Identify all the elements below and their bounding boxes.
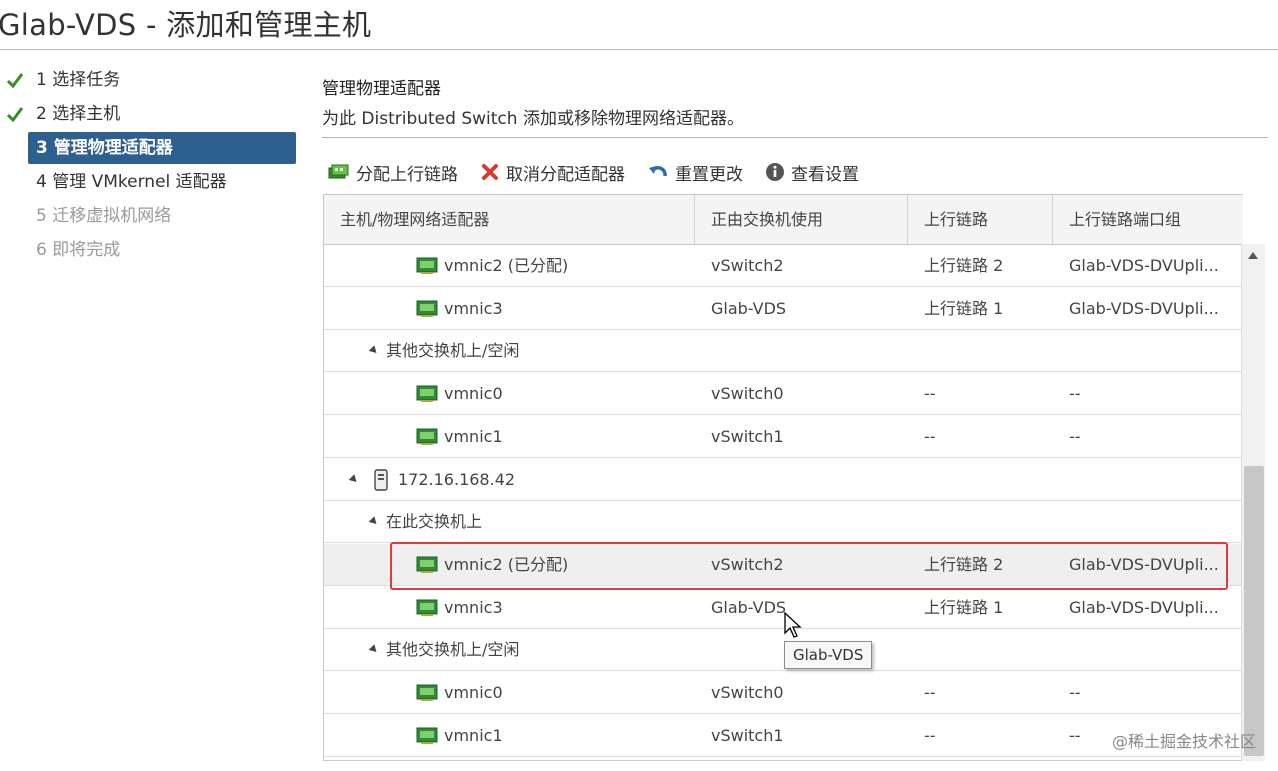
table-row[interactable]: vmnic1 vSwitch1 -- --	[324, 415, 1242, 458]
scroll-up-arrow-icon[interactable]	[1248, 252, 1258, 259]
table-row[interactable]: vmnic3 Glab-VDS 上行链路 1 Glab-VDS-DVUpli...	[324, 586, 1242, 629]
column-header-host-adapter[interactable]: 主机/物理网络适配器	[324, 195, 695, 244]
uplink-portgroup-cell: --	[1069, 384, 1081, 404]
table-row[interactable]: vmnic3 Glab-VDS 上行链路 1 Glab-VDS-DVUpli...	[324, 287, 1242, 330]
adapter-name: vmnic0	[444, 384, 503, 404]
table-row[interactable]: vmnic1 vSwitch1 -- --	[324, 714, 1242, 757]
undo-icon	[649, 166, 667, 177]
in-use-by-cell: Glab-VDS	[711, 298, 787, 318]
column-header-uplink-portgroup[interactable]: 上行链路端口组	[1053, 195, 1243, 244]
step-select-host[interactable]: 2 选择主机	[6, 98, 296, 130]
uplink-cell: --	[924, 426, 936, 446]
step-label: 4 管理 VMkernel 适配器	[36, 172, 227, 192]
step-migrate-vm-networking: 5 迁移虚拟机网络	[28, 200, 296, 232]
checkmark-icon	[6, 73, 24, 89]
expand-triangle-icon[interactable]	[368, 644, 380, 656]
in-use-by-cell: vSwitch0	[711, 683, 784, 702]
adapter-name: vmnic3	[444, 597, 503, 617]
network-adapter-icon	[416, 599, 438, 616]
host-name: 172.16.168.42	[398, 469, 516, 489]
expand-triangle-icon[interactable]	[368, 516, 380, 527]
reset-changes-label: 重置更改	[675, 164, 743, 185]
adapter-name: vmnic0	[444, 683, 503, 702]
network-adapter-icon	[416, 385, 438, 403]
adapter-name: vmnic1	[444, 725, 503, 745]
network-adapter-icon	[416, 257, 438, 274]
unassign-adapter-label: 取消分配适配器	[506, 164, 625, 185]
step-label: 1 选择任务	[36, 70, 121, 90]
column-header-in-use-by[interactable]: 正由交换机使用	[695, 195, 908, 244]
uplink-portgroup-cell: Glab-VDS-DVUpli...	[1069, 597, 1219, 617]
in-use-by-cell: vSwitch2	[711, 256, 784, 275]
group-name: 其他交换机上/空闲	[386, 341, 520, 361]
mouse-cursor-icon	[784, 612, 802, 638]
uplink-cell: 上行链路 2	[924, 256, 1004, 275]
uplink-portgroup-cell: --	[1069, 683, 1081, 702]
assign-uplink-icon	[328, 164, 349, 179]
table-row[interactable]: vmnic2 (已分配) vSwitch2 上行链路 2 Glab-VDS-DVUpl…	[324, 245, 1242, 287]
group-name: 在此交换机上	[386, 512, 483, 532]
adapter-name: vmnic2 (已分配)	[444, 256, 569, 275]
vertical-scrollbar[interactable]	[1241, 244, 1265, 761]
grid-header: 主机/物理网络适配器 正由交换机使用 上行链路 上行链路端口组	[324, 195, 1243, 245]
info-icon	[766, 163, 784, 181]
expand-triangle-icon[interactable]	[348, 473, 360, 485]
section-title: 管理物理适配器	[322, 79, 441, 99]
step-label: 3 管理物理适配器	[36, 138, 173, 158]
reset-changes-button[interactable]: 重置更改	[647, 160, 743, 185]
adapter-name: vmnic1	[444, 426, 503, 446]
uplink-portgroup-cell: Glab-VDS-DVUpli...	[1069, 256, 1219, 275]
group-row[interactable]: 其他交换机上/空闲	[324, 330, 1242, 373]
network-adapter-icon	[416, 428, 438, 445]
assign-uplink-button[interactable]: 分配上行链路	[328, 160, 458, 185]
step-manage-vmkernel-adapters[interactable]: 4 管理 VMkernel 适配器	[28, 166, 296, 198]
server-icon	[374, 468, 388, 491]
expand-triangle-icon[interactable]	[368, 345, 380, 357]
step-ready-to-complete: 6 即将完成	[28, 234, 296, 266]
group-row[interactable]: 在此交换机上	[324, 501, 1242, 544]
toolbar: 分配上行链路 取消分配适配器 重置更改 查看设置	[328, 158, 881, 186]
in-use-by-cell: vSwitch1	[711, 426, 784, 446]
adapter-name: vmnic3	[444, 298, 503, 318]
watermark: @稀土掘金技术社区	[1111, 732, 1256, 751]
in-use-by-cell: vSwitch0	[711, 384, 784, 404]
column-header-uplink[interactable]: 上行链路	[908, 195, 1053, 244]
in-use-by-cell: vSwitch1	[711, 725, 784, 745]
step-select-task[interactable]: 1 选择任务	[6, 64, 296, 96]
divider	[322, 137, 1268, 138]
uplink-cell: --	[924, 683, 936, 702]
table-row[interactable]: vmnic0 vSwitch0 -- --	[324, 672, 1242, 714]
uplink-portgroup-cell: Glab-VDS-DVUpli...	[1069, 298, 1219, 318]
network-adapter-icon	[416, 727, 438, 744]
table-row[interactable]: vmnic0 vSwitch0 -- --	[324, 373, 1242, 416]
step-label: 2 选择主机	[36, 104, 121, 124]
section-description: 为此 Distributed Switch 添加或移除物理网络适配器。	[322, 109, 744, 129]
uplink-cell: 上行链路 1	[924, 298, 1004, 318]
in-use-by-cell: Glab-VDS	[711, 597, 787, 617]
step-label: 6 即将完成	[36, 240, 121, 260]
network-adapter-icon	[416, 300, 438, 317]
uplink-cell: --	[924, 725, 936, 745]
scroll-thumb[interactable]	[1244, 466, 1264, 756]
step-label: 5 迁移虚拟机网络	[36, 206, 172, 226]
adapters-grid: 主机/物理网络适配器 正由交换机使用 上行链路 上行链路端口组 vmnic2 (…	[323, 194, 1243, 761]
checkmark-icon	[6, 107, 24, 123]
uplink-cell: --	[924, 384, 936, 404]
view-settings-button[interactable]: 查看设置	[765, 160, 859, 185]
view-settings-label: 查看设置	[791, 164, 859, 185]
group-row[interactable]: 其他交换机上/空闲	[324, 629, 1242, 672]
group-name: 其他交换机上/空闲	[386, 640, 520, 660]
assign-uplink-label: 分配上行链路	[356, 164, 458, 185]
close-icon	[482, 164, 498, 180]
highlight-annotation	[390, 542, 1228, 590]
window-title: Glab-VDS - 添加和管理主机	[0, 8, 372, 42]
title-bar: Glab-VDS - 添加和管理主机	[0, 0, 1278, 50]
host-row[interactable]: 172.16.168.42	[324, 458, 1242, 501]
uplink-cell: 上行链路 1	[924, 597, 1004, 617]
tooltip: Glab-VDS	[784, 641, 873, 669]
step-manage-physical-adapters[interactable]: 3 管理物理适配器	[28, 132, 296, 164]
unassign-adapter-button[interactable]: 取消分配适配器	[480, 160, 625, 185]
uplink-portgroup-cell: --	[1069, 426, 1081, 446]
network-adapter-icon	[416, 684, 438, 701]
